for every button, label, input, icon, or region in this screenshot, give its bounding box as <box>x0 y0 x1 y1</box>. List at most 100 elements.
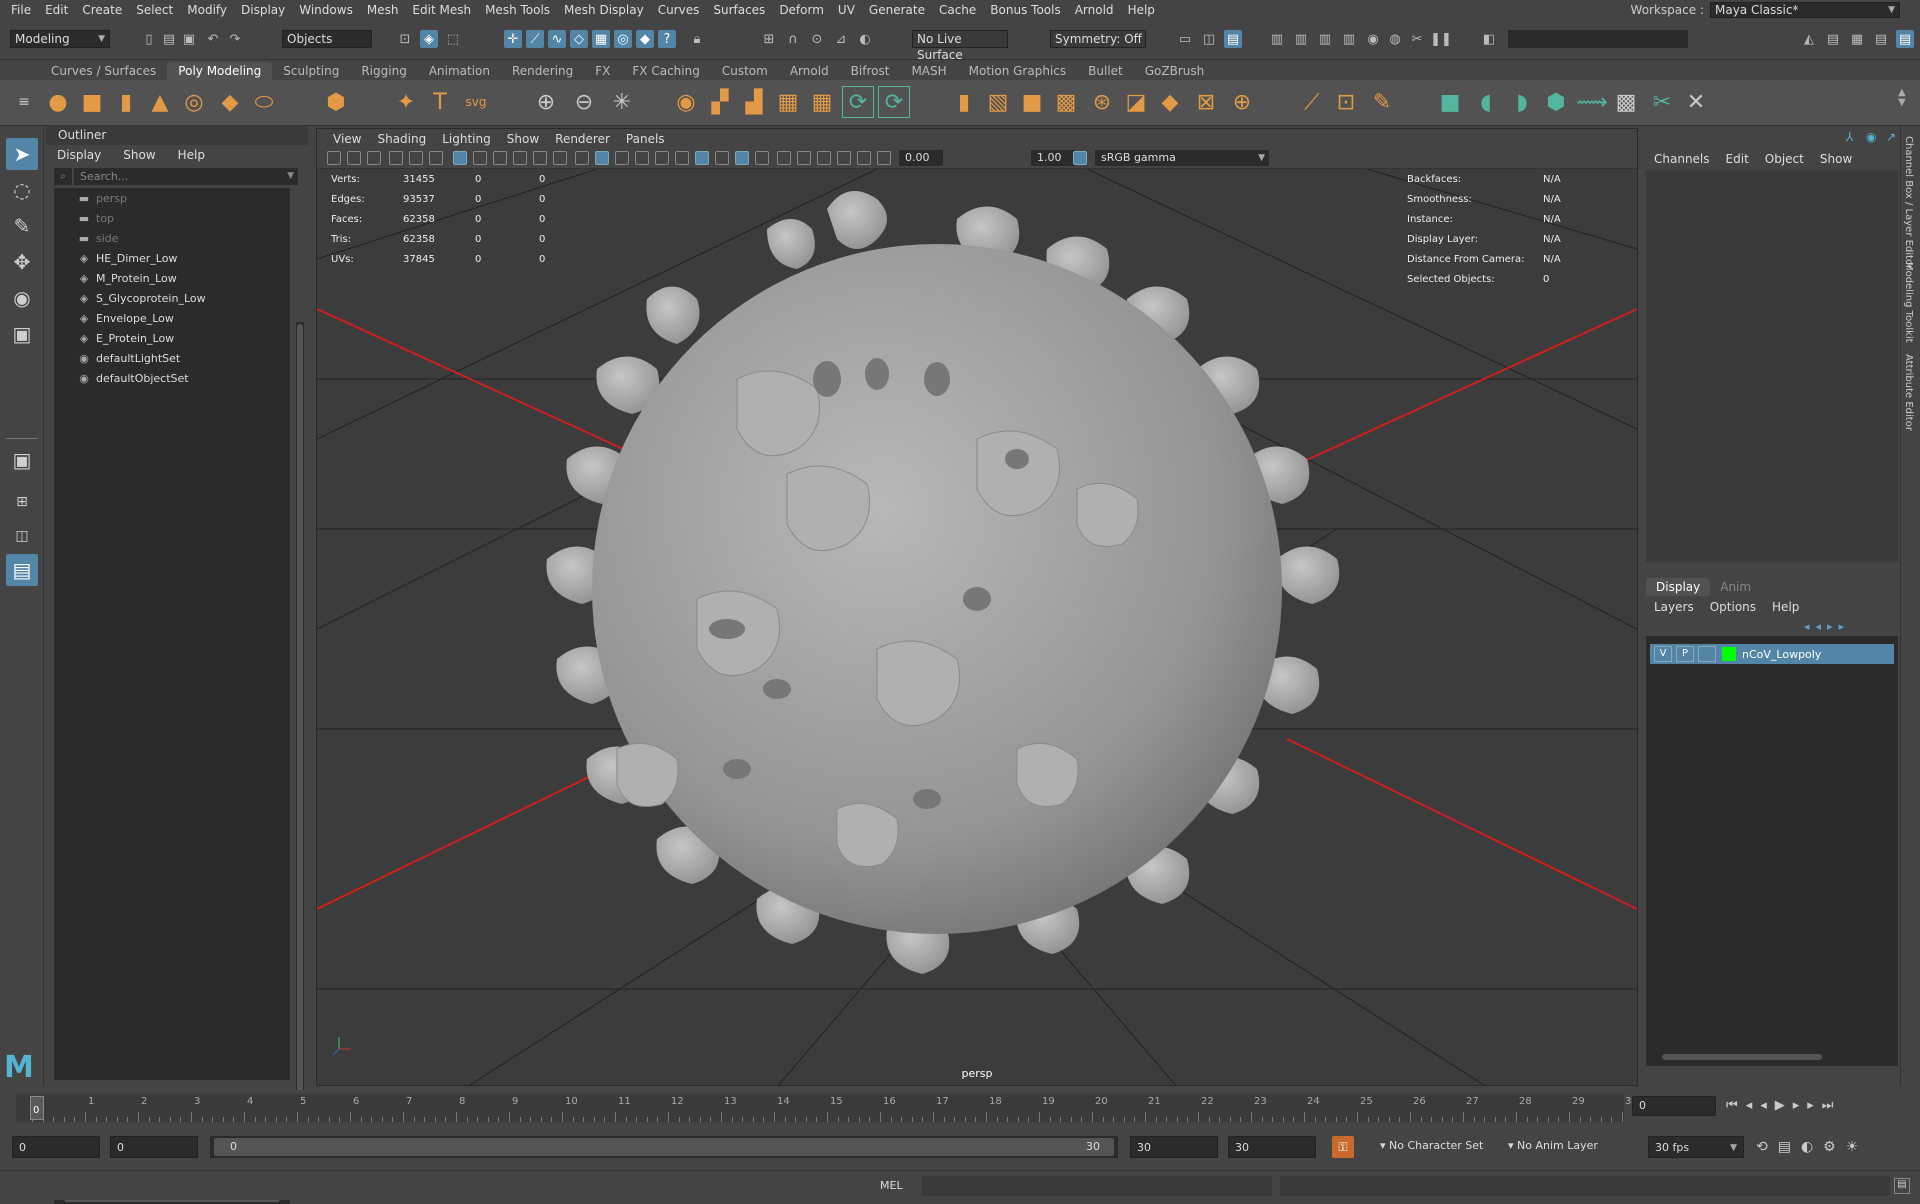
hypershade-icon[interactable]: ▥ <box>1292 30 1310 48</box>
playback-options-icons[interactable]: ⟲▤◐⚙☀ <box>1756 1139 1868 1155</box>
type-text-icon[interactable]: T <box>424 86 456 118</box>
snap-surface-icon[interactable]: ◐ <box>856 30 874 48</box>
snap-together-icon[interactable]: ⊖ <box>568 86 600 118</box>
menu-curves[interactable]: Curves <box>651 3 707 17</box>
outliner-scrollbar[interactable] <box>296 322 304 1180</box>
outliner-item[interactable]: ◉ defaultLightSet <box>76 348 180 368</box>
channelbox-menu-object[interactable]: Object <box>1757 150 1812 168</box>
lasso-tool-icon[interactable]: ◌ <box>6 174 38 206</box>
poly-cylinder-icon[interactable]: ▮ <box>110 86 142 118</box>
exposure-icon[interactable] <box>877 151 891 165</box>
super-shape-icon[interactable]: ✦ <box>390 86 422 118</box>
hierarchy-mode-icon[interactable]: ⊡ <box>396 30 414 48</box>
outliner-item[interactable]: ◈ S_Glycoprotein_Low <box>76 288 206 308</box>
xray-icon[interactable] <box>797 151 811 165</box>
sew-uv-icon[interactable]: ✕ <box>1680 86 1712 118</box>
backface-icon[interactable] <box>857 151 871 165</box>
pause-icon[interactable]: ❚❚ <box>1430 30 1452 48</box>
shelf-tab-animation[interactable]: Animation <box>418 62 501 80</box>
command-input[interactable] <box>922 1176 1272 1196</box>
safe-action-icon[interactable] <box>553 151 567 165</box>
snap-curve-icon[interactable]: ∩ <box>784 30 802 48</box>
viewport-menu-shading[interactable]: Shading <box>369 132 434 146</box>
tool-settings-icon[interactable]: ▦ <box>1848 30 1866 48</box>
scrollbar-thumb[interactable] <box>297 324 303 1174</box>
poly-cone-icon[interactable]: ▲ <box>144 86 176 118</box>
outliner-menu-show[interactable]: Show <box>112 146 166 164</box>
2d-pan-icon[interactable] <box>409 151 423 165</box>
shelf-tab-arnold[interactable]: Arnold <box>779 62 840 80</box>
side-tab-modeling-toolkit[interactable]: Modeling Toolkit <box>1903 262 1914 343</box>
channelbox-menu-edit[interactable]: Edit <box>1718 150 1757 168</box>
save-scene-icon[interactable]: ▣ <box>180 30 198 48</box>
exposure-field[interactable]: 0.00 <box>899 150 943 166</box>
workspace-dropdown[interactable]: Maya Classic* ▼ <box>1710 2 1900 18</box>
attribute-editor-icon[interactable]: ▤ <box>1824 30 1842 48</box>
menu-arnold[interactable]: Arnold <box>1068 3 1121 17</box>
gamma-field[interactable]: 1.00 <box>1031 150 1075 166</box>
layer-menu-options[interactable]: Options <box>1702 598 1764 616</box>
end-time-field[interactable]: 30 <box>1130 1136 1218 1158</box>
layer-color-swatch[interactable] <box>1722 647 1736 661</box>
bridge-icon[interactable]: ⟳ <box>878 86 910 118</box>
outliner-menu-display[interactable]: Display <box>46 146 112 164</box>
animation-start-field[interactable]: 0 <box>110 1136 198 1158</box>
viewport-menu-lighting[interactable]: Lighting <box>434 132 499 146</box>
lock-icon[interactable]: 🔒︎ <box>688 30 706 48</box>
bridge2-icon[interactable]: ▧ <box>982 86 1014 118</box>
shelf-tab-sculpting[interactable]: Sculpting <box>272 62 350 80</box>
platonic-solid-icon[interactable]: ⬢ <box>320 86 352 118</box>
layer-tab-anim[interactable]: Anim <box>1710 578 1761 596</box>
playback-controls[interactable]: ⏮◂◂▶▸▸⏭ <box>1726 1098 1842 1113</box>
ipr-icon[interactable]: ▥ <box>1316 30 1334 48</box>
menu-file[interactable]: File <box>4 3 38 17</box>
mel-label[interactable]: MEL <box>880 1171 910 1201</box>
poly-disc-icon[interactable]: ⬭ <box>248 86 280 118</box>
target-weld-icon[interactable]: ⊠ <box>1190 86 1222 118</box>
hypershade2-icon[interactable]: ◉ <box>1364 30 1382 48</box>
two-view-icon[interactable]: ◫ <box>6 520 38 552</box>
script-editor-icon[interactable]: ▤ <box>1894 1178 1910 1194</box>
object-mode-icon[interactable]: ◈ <box>420 30 438 48</box>
outliner-item[interactable]: ▬ persp <box>76 188 127 208</box>
start-time-field[interactable]: 0 <box>12 1136 100 1158</box>
append-polygon-icon[interactable]: ■ <box>1016 86 1048 118</box>
rotate-tool-icon[interactable]: ◉ <box>6 282 38 314</box>
menu-bonus-tools[interactable]: Bonus Tools <box>983 3 1067 17</box>
planar-map-icon[interactable]: ■ <box>1434 86 1466 118</box>
playback-toggle[interactable]: P <box>1676 646 1694 662</box>
menu-uv[interactable]: UV <box>831 3 862 17</box>
help-icon[interactable]: ↗ <box>1886 130 1896 144</box>
spherical-map-icon[interactable]: ◗ <box>1506 86 1538 118</box>
scrollbar-thumb[interactable] <box>1662 1054 1822 1060</box>
shelf-tab-poly-modeling[interactable]: Poly Modeling <box>167 62 273 80</box>
camera-attributes-icon[interactable] <box>347 151 361 165</box>
select-handles-icon[interactable]: ✛ <box>504 30 522 48</box>
current-time-indicator[interactable]: 0 <box>30 1096 44 1120</box>
character-set-dropdown[interactable]: ▾ No Character Set <box>1380 1139 1483 1152</box>
select-rendering-icon[interactable]: ◆ <box>636 30 654 48</box>
menu-mesh-display[interactable]: Mesh Display <box>557 3 651 17</box>
colorspace-dropdown[interactable]: sRGB gamma ▼ <box>1095 150 1269 166</box>
select-camera-icon[interactable] <box>327 151 341 165</box>
xray-joints-icon[interactable] <box>837 151 851 165</box>
menu-display[interactable]: Display <box>234 3 292 17</box>
open-scene-icon[interactable]: ▤ <box>160 30 178 48</box>
live-surface-field[interactable]: No Live Surface <box>912 30 1008 62</box>
use-all-lights-icon[interactable] <box>675 151 689 165</box>
perspective-viewport[interactable]: View Shading Lighting Show Renderer Panels 0.… <box>316 128 1638 1086</box>
measure-icon[interactable]: ⊕ <box>530 86 562 118</box>
shelf-menu-icon[interactable]: ≡ <box>8 86 40 118</box>
menu-mesh[interactable]: Mesh <box>360 3 406 17</box>
range-slider-handle[interactable] <box>214 1138 1114 1156</box>
shelf-tab-motion-graphics[interactable]: Motion Graphics <box>958 62 1078 80</box>
anim-layer-dropdown[interactable]: ▾ No Anim Layer <box>1508 1139 1598 1152</box>
arnold-stop-icon[interactable]: ✂ <box>1408 30 1426 48</box>
outliner-item[interactable]: ◈ HE_Dimer_Low <box>76 248 178 268</box>
render-frame-icon[interactable]: ◫ <box>1200 30 1218 48</box>
menu-surfaces[interactable]: Surfaces <box>706 3 772 17</box>
outliner-item[interactable]: ◉ defaultObjectSet <box>76 368 188 388</box>
smooth-shade-icon[interactable] <box>595 151 609 165</box>
outliner-item[interactable]: ▬ top <box>76 208 114 228</box>
multicut-icon[interactable]: ⊛ <box>1086 86 1118 118</box>
